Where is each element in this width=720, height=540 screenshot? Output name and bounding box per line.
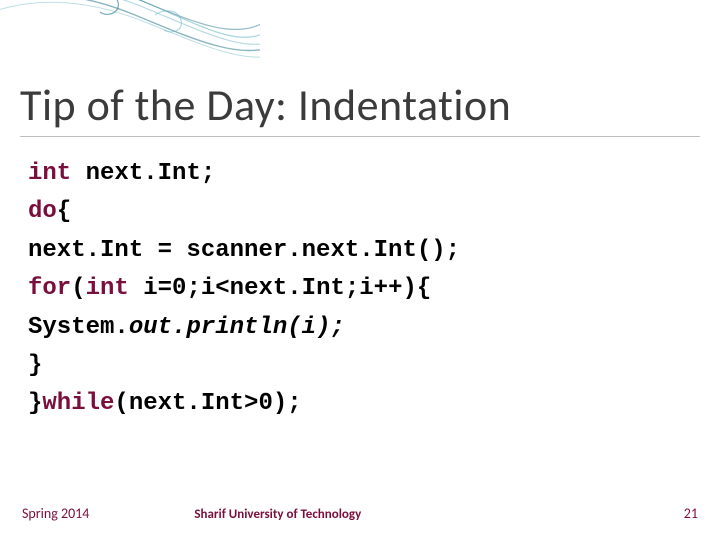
keyword-int-2: int	[86, 275, 129, 302]
code-text: i=0;i<next.Int;i++){	[129, 275, 431, 302]
slide-content: Tip of the Day: Indentation int next.Int…	[20, 78, 700, 424]
code-text: {	[57, 198, 71, 225]
code-line-5: System.out.println(i);	[28, 309, 700, 347]
code-text: (	[71, 275, 85, 302]
code-line-4: for(int i=0;i<next.Int;i++){	[28, 270, 700, 308]
keyword-while: while	[42, 390, 114, 417]
slide-number: 21	[684, 505, 698, 522]
code-text: (next.Int>0);	[114, 390, 301, 417]
code-out-italic: out	[129, 314, 172, 341]
code-line-1: int next.Int;	[28, 155, 700, 193]
slide-title: Tip of the Day: Indentation	[20, 78, 700, 137]
keyword-for: for	[28, 275, 71, 302]
code-println-italic: .println(i);	[172, 314, 345, 341]
slide-footer: Spring 2014 Sharif University of Technol…	[22, 505, 698, 522]
code-text: next.Int;	[71, 160, 215, 187]
footer-university: Sharif University of Technology	[194, 507, 361, 522]
code-block: int next.Int; do{ next.Int = scanner.nex…	[20, 155, 700, 424]
keyword-do: do	[28, 198, 57, 225]
code-line-2: do{	[28, 193, 700, 231]
code-text: System.	[28, 314, 129, 341]
keyword-int: int	[28, 160, 71, 187]
code-text: }	[28, 390, 42, 417]
code-line-7: }while(next.Int>0);	[28, 385, 700, 423]
footer-term: Spring 2014	[22, 505, 89, 522]
code-line-3: next.Int = scanner.next.Int();	[28, 232, 700, 270]
code-line-6: }	[28, 347, 700, 385]
